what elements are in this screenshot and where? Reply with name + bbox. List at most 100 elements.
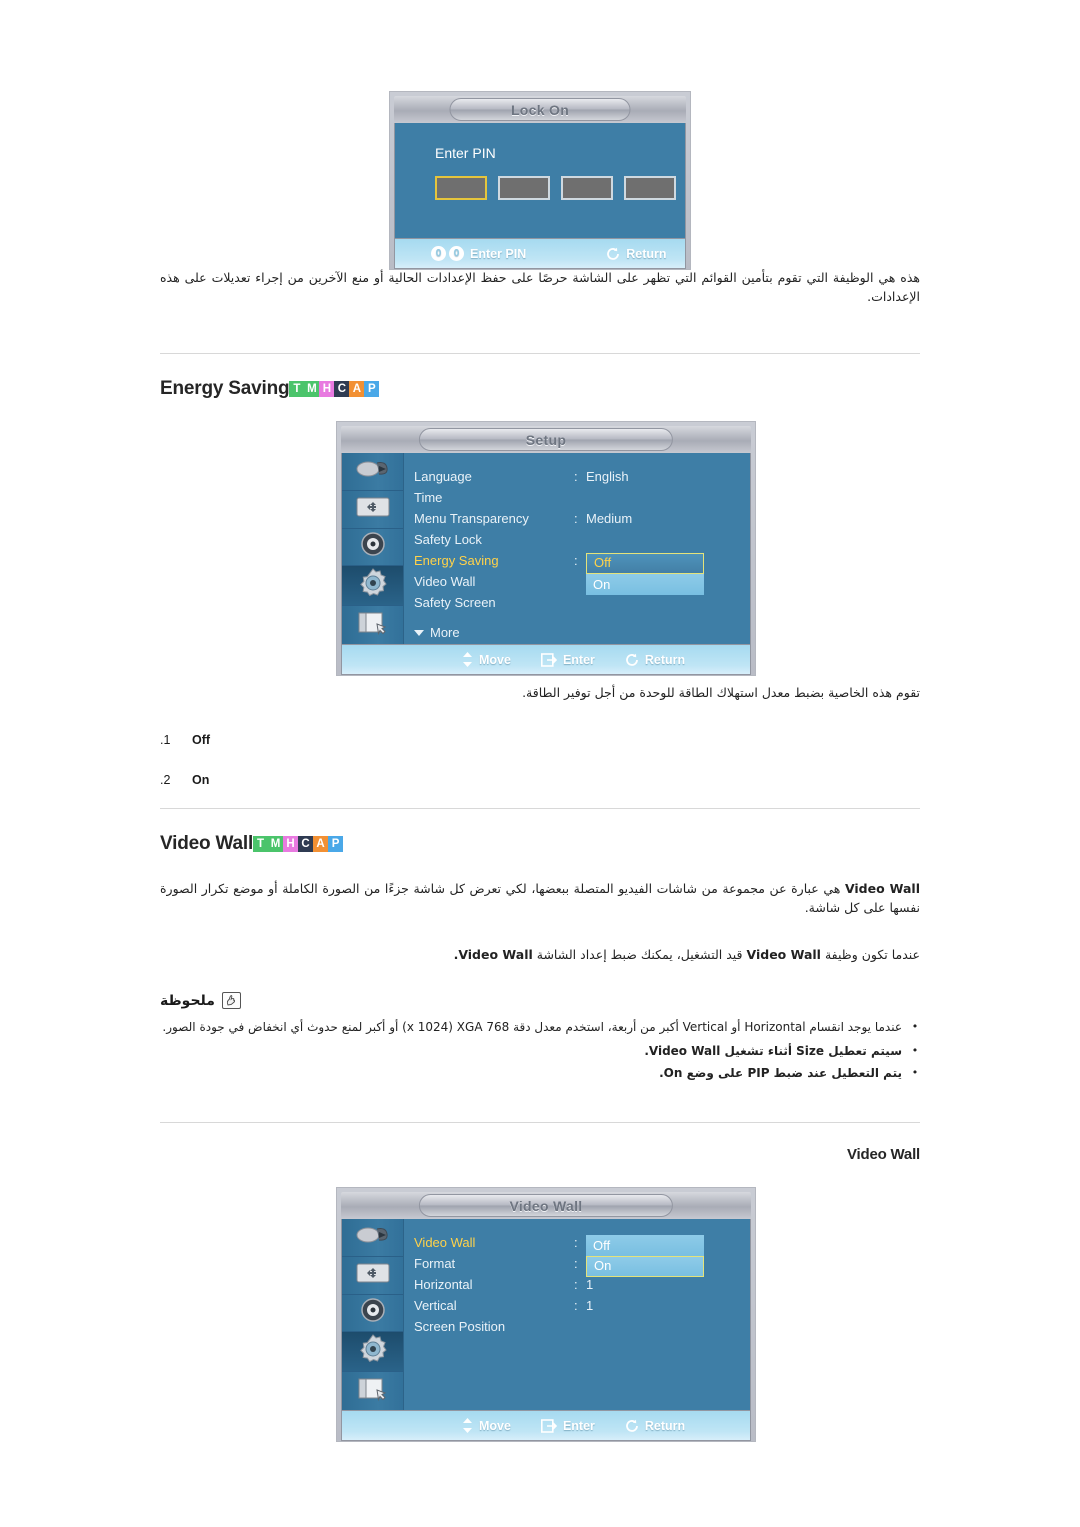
footer-move-label: Move [479,1418,511,1433]
energy-saving-options: Off .1 On .2 [160,728,920,792]
pin-box-3[interactable] [561,176,613,200]
tag-h: H [319,381,335,397]
tag-h: H [283,836,299,852]
menu-value: 1 [586,1298,594,1313]
menu-label: Safety Screen [414,595,496,610]
option-label: On [192,773,210,787]
menu-value: 1 [586,1277,594,1292]
input-icon [355,1223,391,1252]
dropdown-option-off[interactable]: Off [586,553,704,574]
menu-row-screen-position[interactable]: Screen Position [404,1319,750,1340]
video-wall-subheading: Video Wall [846,1146,920,1163]
chevron-down-icon [414,629,424,636]
more-label: More [430,625,460,640]
dropdown-option-on[interactable]: On [586,1256,704,1277]
footer-return-label: Return [644,1418,686,1433]
setup-title-bar: Setup [341,426,751,453]
footer-enter-pin[interactable]: 00 Enter PIN [431,246,526,261]
note-item-2: • سيتم تعطيل Size أثناء تشغيل Video Wall… [160,1042,920,1060]
video-wall-title-text: Video Wall [509,1197,583,1214]
menu-colon: : [574,553,578,568]
move-updown-icon [462,652,473,667]
vw-desc2-c: قيد التشغيل، يمكنك ضبط إعداد الشاشة [532,947,747,962]
pin-entry-row[interactable] [435,176,685,200]
dropdown-option-off[interactable]: Off [586,1235,704,1256]
menu-label: Format [414,1256,456,1271]
sidebar-item-input[interactable] [342,1219,403,1257]
menu-row-safety-lock[interactable]: Safety Lock [404,532,750,553]
sidebar-item-picture[interactable] [342,1257,403,1295]
sound-icon [358,529,388,564]
vw-desc2-d: Video Wall [458,947,533,962]
energy-saving-description: تقوم هذه الخاصية بضبط معدل استهلاك الطاق… [522,685,920,700]
sidebar-item-setup[interactable] [342,566,403,607]
sidebar-item-multicontrol[interactable] [342,1372,403,1410]
return-arrow-icon [625,653,639,667]
footer-enter[interactable]: Enter [540,653,595,667]
sidebar-item-input[interactable] [342,453,403,491]
osd-title-bar: Lock On [394,96,686,123]
pin-box-2[interactable] [498,176,550,200]
menu-colon: : [574,1256,578,1271]
divider-2 [160,808,920,809]
sidebar-item-picture[interactable] [342,491,403,529]
footer-move-label: Move [479,652,511,667]
setup-menu-list: Language : English Time Menu Transparenc… [404,453,750,644]
document-page: Lock On Enter PIN 00 Enter PIN Return هذ… [0,0,1080,1527]
footer-return[interactable]: Return [606,246,667,261]
sidebar-item-setup[interactable] [342,1332,403,1373]
picture-adjust-icon [354,1261,392,1290]
note-hand-icon [221,992,241,1009]
video-wall-desc1-rest: هي عبارة عن مجموعة من شاشات الفيديو المت… [160,881,920,916]
option-item-2: On .2 [160,768,920,792]
footer-return-label: Return [644,652,686,667]
numeric-keys-icon: 00 [431,246,464,261]
footer-enter[interactable]: Enter [540,1418,595,1433]
sidebar-item-sound[interactable] [342,1295,403,1333]
pin-box-1[interactable] [435,176,487,200]
menu-label: Vertical [414,1298,457,1313]
video-wall-dropdown[interactable]: Off On [586,1235,704,1277]
footer-move[interactable]: Move [462,1418,511,1433]
pin-box-4[interactable] [624,176,676,200]
menu-row-more[interactable]: More [404,625,750,640]
video-wall-description-2: عندما تكون وظيفة Video Wall قيد التشغيل،… [160,945,920,964]
note-title: ملحوظة [160,992,215,1009]
menu-row-horizontal[interactable]: Horizontal : 1 [404,1277,750,1298]
footer-enter-label: Enter [562,1418,595,1433]
divider-1 [160,353,920,354]
multi-control-icon [355,1376,391,1407]
menu-row-time[interactable]: Time [404,490,750,511]
footer-return[interactable]: Return [625,1419,685,1433]
video-wall-title-pill: Video Wall [418,1194,674,1217]
menu-label: Menu Transparency [414,511,529,526]
sidebar-item-multicontrol[interactable] [342,606,403,644]
note-item-1: • عندما يوجد انقسام Horizontal أو Vertic… [160,1018,920,1036]
bullet-icon: • [911,1044,919,1057]
footer-return-label: Return [626,246,667,261]
menu-row-vertical[interactable]: Vertical : 1 [404,1298,750,1319]
footer-return[interactable]: Return [625,653,685,667]
osd-title-text: Lock On [510,101,570,118]
menu-row-language[interactable]: Language : English [404,469,750,490]
footer-move[interactable]: Move [462,652,511,667]
return-arrow-icon [625,1419,639,1433]
menu-colon: : [574,469,578,484]
option-item-1: Off .1 [160,728,920,752]
tag-t: T [289,381,305,397]
dropdown-option-on[interactable]: On [586,574,704,595]
menu-label: Time [414,490,443,505]
menu-row-safety-screen[interactable]: Safety Screen [404,595,750,616]
sidebar-item-sound[interactable] [342,529,403,567]
picture-adjust-icon [354,495,392,524]
tag-p: P [364,381,380,397]
video-wall-heading: Video Wall [160,833,254,854]
setup-panel: Setup Language: English Time Menu Trans… [337,422,755,675]
setup-title-text: Setup [525,431,567,448]
note-header: ملحوظة [160,992,920,1009]
menu-row-menu-transparency[interactable]: Menu Transparency : Medium [404,511,750,532]
energy-saving-dropdown[interactable]: Off On [586,553,704,595]
note-item-3: • يتم التعطيل عند ضبط PIP على وضع On. [160,1064,920,1082]
feature-tags-videowall: T M H C A P [253,836,344,852]
tag-a: A [313,836,329,852]
